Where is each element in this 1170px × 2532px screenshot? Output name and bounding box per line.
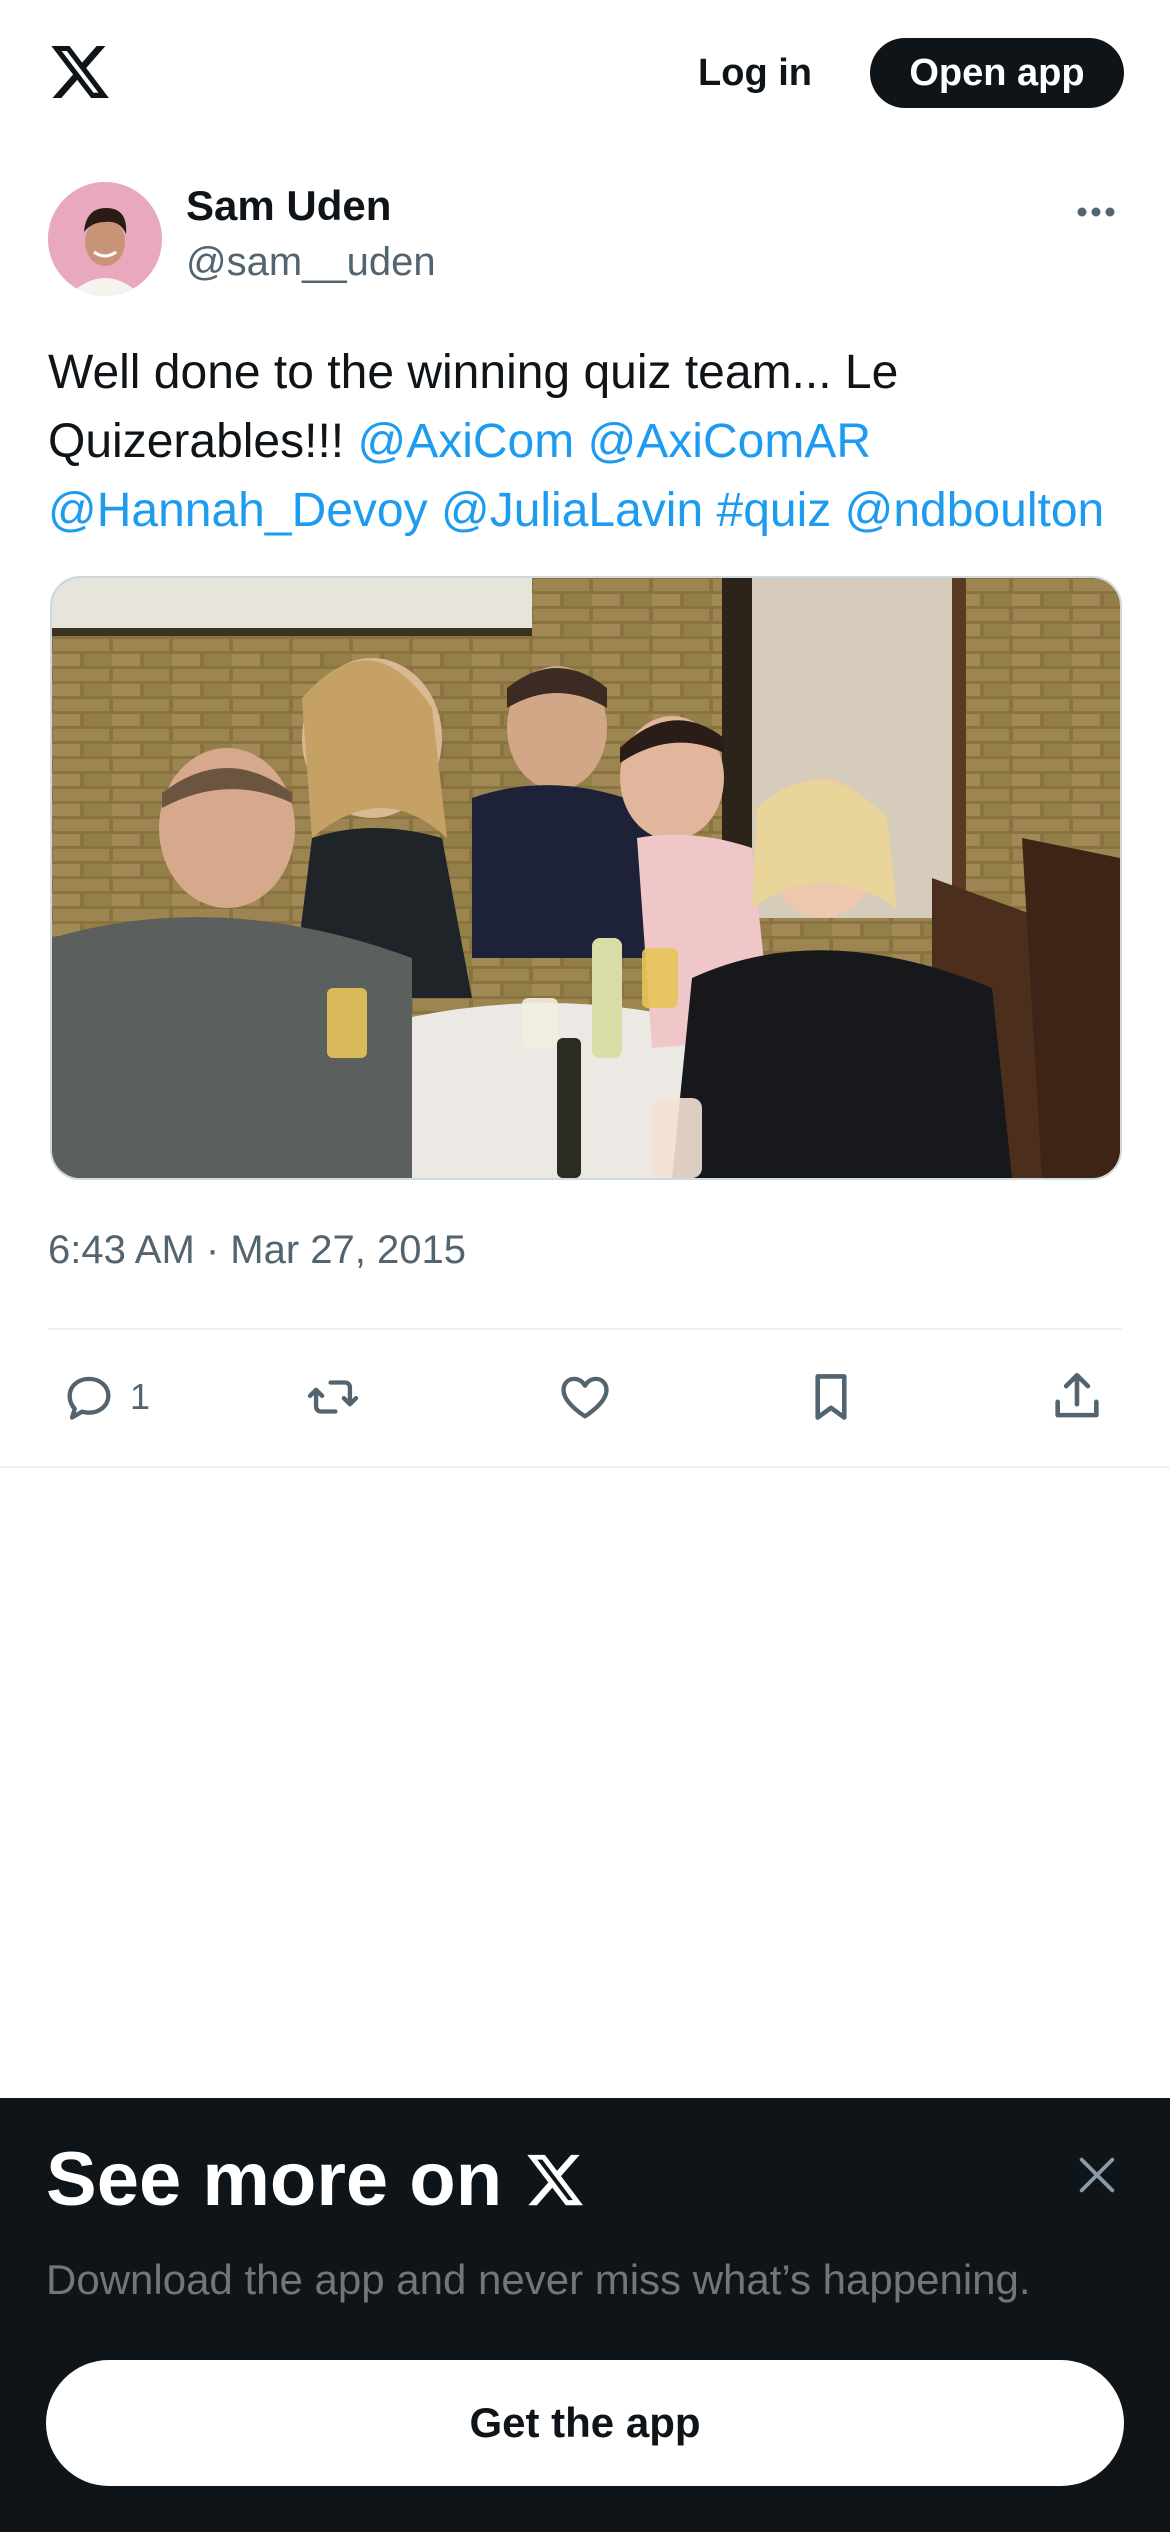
retweet-button[interactable] (304, 1366, 362, 1428)
hashtag-link[interactable]: #quiz (717, 484, 832, 537)
open-app-button[interactable]: Open app (870, 38, 1124, 108)
avatar-image (48, 182, 162, 296)
mention-link[interactable]: @AxiComAR (588, 415, 871, 468)
share-icon (1055, 1372, 1099, 1418)
reply-count: 1 (130, 1376, 151, 1417)
reply-icon (67, 1376, 111, 1420)
divider (48, 1328, 1122, 1330)
top-bar: Log in Open app (0, 0, 1170, 146)
user-handle[interactable]: @sam__uden (186, 240, 436, 285)
more-icon[interactable] (1074, 196, 1118, 228)
retweet-icon (307, 1380, 359, 1414)
tweet-photo[interactable] (50, 576, 1122, 1180)
mention-link[interactable]: @JuliaLavin (441, 484, 703, 537)
tweet-timestamp[interactable]: 6:43 AM · Mar 27, 2015 (48, 1228, 466, 1273)
mention-link[interactable]: @AxiCom (357, 415, 574, 468)
promo-subtitle: Download the app and never miss what’s h… (46, 2256, 1031, 2303)
group-photo-image (52, 578, 1120, 1178)
x-logo-icon (527, 2154, 584, 2205)
tweet-text: Well done to the winning quiz team... Le… (48, 338, 1128, 545)
tweet-actions: 1 (0, 1346, 1170, 1456)
mention-link[interactable]: @Hannah_Devoy (48, 484, 428, 537)
close-icon[interactable] (1074, 2152, 1120, 2198)
bookmark-icon (815, 1374, 847, 1420)
like-icon (561, 1376, 609, 1419)
login-button[interactable]: Log in (690, 38, 820, 108)
bookmark-button[interactable] (802, 1366, 860, 1428)
reply-button[interactable]: 1 (60, 1366, 150, 1428)
app-promo-sheet: See more on Download the app and never m… (0, 2098, 1170, 2532)
x-logo-icon[interactable] (48, 40, 112, 104)
avatar[interactable] (48, 182, 162, 296)
mention-link[interactable]: @ndboulton (845, 484, 1105, 537)
divider (0, 1466, 1170, 1468)
promo-title-text: See more on (46, 2137, 503, 2222)
display-name[interactable]: Sam Uden (186, 182, 391, 230)
like-button[interactable] (556, 1366, 614, 1428)
get-app-button[interactable]: Get the app (46, 2360, 1124, 2486)
share-button[interactable] (1048, 1366, 1106, 1428)
promo-title: See more on (46, 2136, 586, 2223)
